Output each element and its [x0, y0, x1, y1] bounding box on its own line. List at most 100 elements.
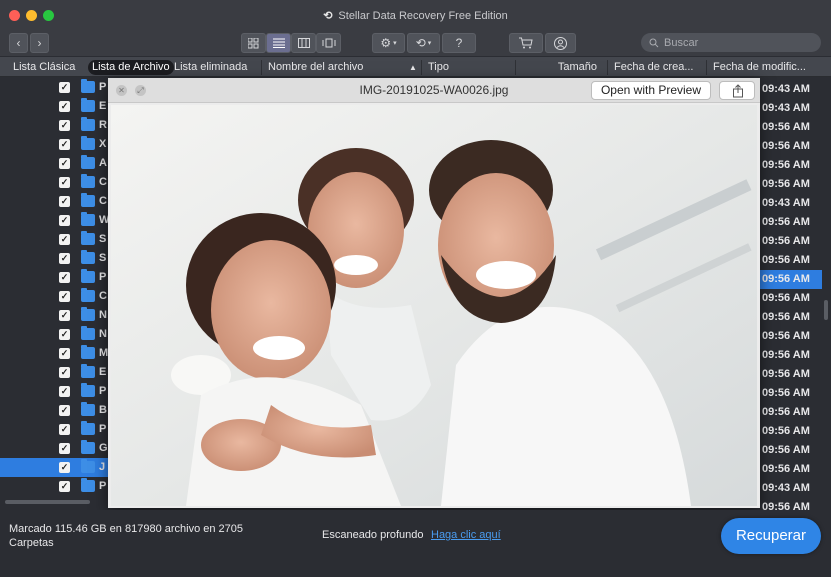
row-checkbox[interactable]: ✓	[59, 367, 70, 378]
row-checkbox[interactable]: ✓	[59, 405, 70, 416]
folder-name: P	[99, 423, 107, 435]
folder-row[interactable]: ✓ P	[0, 382, 110, 401]
row-checkbox[interactable]: ✓	[59, 234, 70, 245]
folder-name: S	[99, 233, 107, 245]
folder-row[interactable]: ✓ E	[0, 363, 110, 382]
column-size[interactable]: Tamaño	[515, 60, 607, 75]
folder-name: J	[99, 461, 106, 473]
modified-date-cell: 09:56 AM	[760, 270, 822, 289]
folder-row[interactable]: ✓ M	[0, 344, 110, 363]
row-checkbox[interactable]: ✓	[59, 424, 70, 435]
row-checkbox[interactable]: ✓	[59, 310, 70, 321]
folder-icon	[81, 250, 95, 264]
folder-row[interactable]: ✓ S	[0, 249, 110, 268]
folder-icon	[81, 364, 95, 378]
folder-row[interactable]: ✓ P	[0, 420, 110, 439]
column-type[interactable]: Tipo	[421, 60, 515, 75]
row-checkbox[interactable]: ✓	[59, 386, 70, 397]
list-icon	[272, 38, 285, 48]
quicklook-titlebar: ✕ ⤢ IMG-20191025-WA0026.jpg Open with Pr…	[108, 78, 760, 103]
folder-row[interactable]: ✓ P	[0, 268, 110, 287]
back-button[interactable]: ‹	[9, 33, 28, 53]
row-checkbox[interactable]: ✓	[59, 101, 70, 112]
share-button[interactable]	[719, 81, 755, 100]
row-checkbox[interactable]: ✓	[59, 139, 70, 150]
folder-row[interactable]: ✓ A	[0, 154, 110, 173]
row-checkbox[interactable]: ✓	[59, 272, 70, 283]
settings-button[interactable]: ⚙ ▾	[372, 33, 405, 53]
modified-date-cell: 09:56 AM	[762, 121, 810, 133]
forward-button[interactable]: ›	[30, 33, 49, 53]
tab-file-list[interactable]: Lista de Archivo	[88, 60, 174, 75]
search-input[interactable]: Buscar	[641, 33, 821, 52]
folder-row[interactable]: ✓ C	[0, 192, 110, 211]
modified-date-cell: 09:56 AM	[762, 463, 810, 475]
folder-icon	[81, 345, 95, 359]
account-button[interactable]	[545, 33, 576, 53]
cart-icon	[519, 37, 533, 49]
folder-row[interactable]: ✓ B	[0, 401, 110, 420]
row-checkbox[interactable]: ✓	[59, 82, 70, 93]
photo-preview	[111, 105, 757, 506]
folder-row[interactable]: ✓ J	[0, 458, 110, 477]
folder-icon	[81, 79, 95, 93]
column-name[interactable]: Nombre del archivo ▲	[261, 60, 421, 75]
tab-deleted-list[interactable]: Lista eliminada	[170, 60, 251, 75]
row-checkbox[interactable]: ✓	[59, 253, 70, 264]
folder-row[interactable]: ✓ P	[0, 477, 110, 496]
folder-icon	[81, 307, 95, 321]
folder-name: X	[99, 138, 107, 150]
gear-icon: ⚙	[380, 36, 392, 50]
tab-classic-list[interactable]: Lista Clásica	[9, 60, 79, 75]
folder-row[interactable]: ✓ G	[0, 439, 110, 458]
coverflow-view-button[interactable]	[316, 33, 341, 53]
search-icon	[649, 38, 659, 47]
folder-row[interactable]: ✓ N	[0, 325, 110, 344]
row-checkbox[interactable]: ✓	[59, 215, 70, 226]
open-with-preview-button[interactable]: Open with Preview	[591, 81, 711, 100]
row-checkbox[interactable]: ✓	[59, 120, 70, 131]
folder-row[interactable]: ✓ X	[0, 135, 110, 154]
folder-row[interactable]: ✓ P	[0, 78, 110, 97]
list-view-button[interactable]	[266, 33, 291, 53]
row-checkbox[interactable]: ✓	[59, 329, 70, 340]
row-checkbox[interactable]: ✓	[59, 462, 70, 473]
column-modified[interactable]: Fecha de modific...	[706, 60, 831, 75]
chevron-left-icon: ‹	[16, 36, 21, 50]
row-checkbox[interactable]: ✓	[59, 348, 70, 359]
vertical-scrollbar[interactable]	[824, 300, 828, 320]
folder-row[interactable]: ✓ R	[0, 116, 110, 135]
folder-row[interactable]: ✓ N	[0, 306, 110, 325]
folder-row[interactable]: ✓ S	[0, 230, 110, 249]
modified-date-cell: 09:56 AM	[762, 235, 810, 247]
deep-scan-label: Escaneado profundo	[322, 529, 424, 541]
history-button[interactable]: ⟲ ▾	[407, 33, 440, 53]
icon-view-button[interactable]	[241, 33, 266, 53]
folder-row[interactable]: ✓ C	[0, 173, 110, 192]
recover-button[interactable]: Recuperar	[721, 518, 821, 554]
modified-date-cell: 09:56 AM	[762, 254, 810, 266]
row-checkbox[interactable]: ✓	[59, 291, 70, 302]
row-checkbox[interactable]: ✓	[59, 481, 70, 492]
cart-button[interactable]	[509, 33, 543, 53]
folder-row[interactable]: ✓ C	[0, 287, 110, 306]
row-checkbox[interactable]: ✓	[59, 196, 70, 207]
row-checkbox[interactable]: ✓	[59, 443, 70, 454]
folder-row[interactable]: ✓ W	[0, 211, 110, 230]
family-photo-image	[111, 105, 757, 506]
search-placeholder: Buscar	[664, 36, 699, 49]
folder-icon	[81, 288, 95, 302]
title-bar: ⟲ Stellar Data Recovery Free Edition	[0, 0, 831, 30]
column-created[interactable]: Fecha de crea...	[607, 60, 706, 75]
selection-status: Marcado 115.46 GB en 817980 archivo en 2…	[9, 522, 249, 550]
help-button[interactable]: ?	[442, 33, 476, 53]
deep-scan-link[interactable]: Haga clic aquí	[431, 529, 501, 541]
column-view-button[interactable]	[291, 33, 316, 53]
folder-icon	[81, 117, 95, 131]
share-icon	[733, 84, 743, 98]
folder-row[interactable]: ✓ E	[0, 97, 110, 116]
row-checkbox[interactable]: ✓	[59, 177, 70, 188]
row-checkbox[interactable]: ✓	[59, 158, 70, 169]
user-icon	[554, 36, 567, 50]
horizontal-scrollbar[interactable]	[5, 500, 90, 504]
